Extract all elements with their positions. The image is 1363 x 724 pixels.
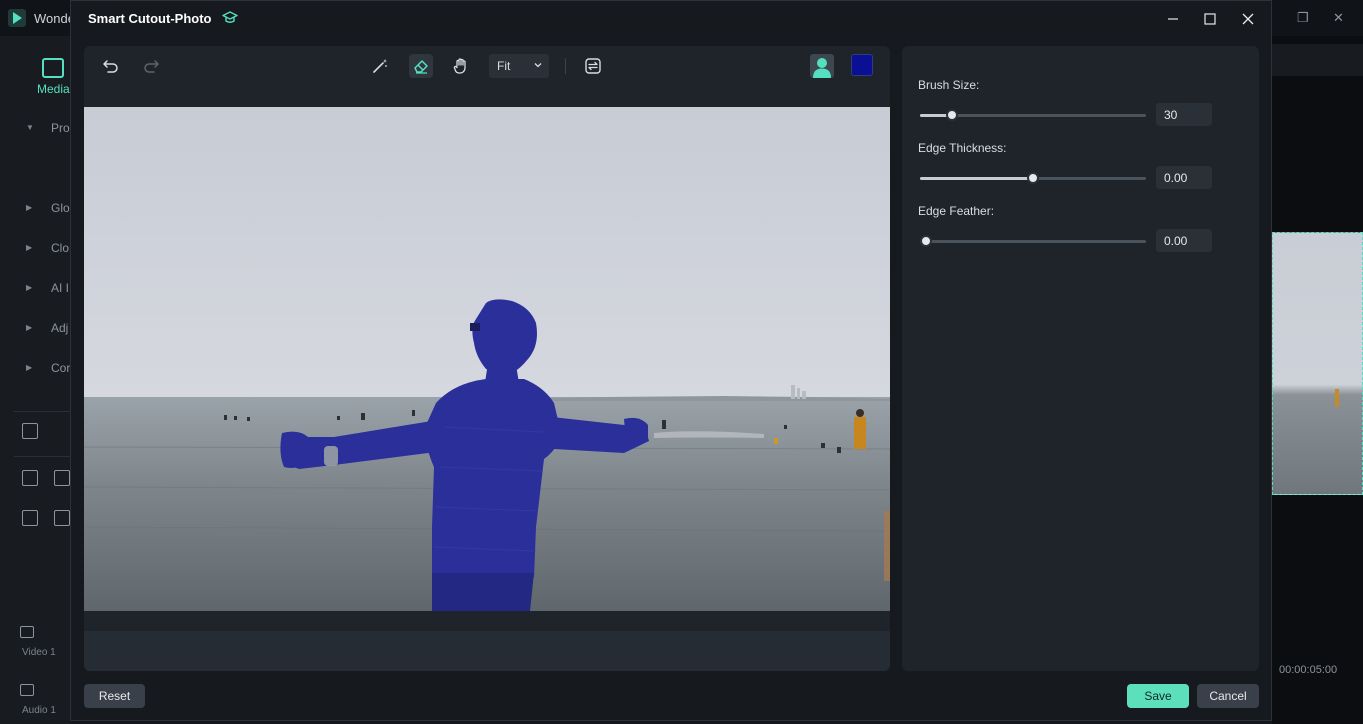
- pan-button[interactable]: [449, 54, 473, 78]
- brush-size-slider-thumb[interactable]: [946, 109, 958, 121]
- cutout-image[interactable]: [84, 107, 890, 611]
- smart-cutout-dialog: Smart Cutout-Photo Fit Brush Size: 30 Ed…: [70, 0, 1272, 721]
- minimize-button[interactable]: [1162, 9, 1186, 29]
- grid-icon: [22, 470, 38, 486]
- subject-view-button[interactable]: [810, 54, 834, 78]
- edge-thickness-slider[interactable]: [920, 172, 1146, 184]
- add-track-icon: [22, 510, 38, 526]
- video-track-icon: [20, 626, 34, 638]
- bg-divider: [14, 456, 70, 457]
- brush-size-value: 30: [1164, 108, 1178, 122]
- magic-brush-icon: [373, 59, 387, 73]
- bg-track-label-video: Video 1: [22, 647, 56, 658]
- close-button[interactable]: [1237, 9, 1261, 29]
- maximize-button[interactable]: [1199, 9, 1223, 29]
- bg-divider: [14, 411, 70, 412]
- smart-brush-button[interactable]: [368, 54, 392, 78]
- compare-toggle-button[interactable]: [581, 54, 605, 78]
- zoom-select-value: Fit: [497, 59, 511, 73]
- bg-restore-icon: ❐: [1297, 10, 1309, 25]
- brush-size-label: Brush Size:: [918, 78, 980, 92]
- reset-button[interactable]: Reset: [84, 684, 145, 708]
- new-folder-icon: [22, 423, 38, 439]
- edge-feather-slider[interactable]: [920, 235, 1146, 247]
- save-button[interactable]: Save: [1127, 684, 1189, 708]
- pointer-icon: [54, 470, 70, 486]
- bg-tree-item: ▶ AI I: [26, 281, 70, 295]
- bg-tree-item: ▶ Adj: [26, 321, 69, 335]
- hand-icon: [453, 58, 466, 74]
- bg-timecode: 00:00:05:00: [1279, 664, 1338, 676]
- eraser-button[interactable]: [409, 54, 433, 78]
- bg-track-label-audio: Audio 1: [22, 705, 56, 716]
- swap-icon: [585, 58, 601, 74]
- maximize-icon: [1204, 13, 1216, 25]
- redo-icon: [144, 60, 159, 73]
- undo-icon: [103, 60, 118, 73]
- bg-preview-toolbar: [1272, 44, 1363, 76]
- edge-thickness-slider-fill: [920, 177, 1033, 180]
- redo-button[interactable]: [139, 54, 163, 78]
- edge-thickness-input[interactable]: 0.00: [1156, 166, 1212, 189]
- bg-preview-thumbnail: [1272, 232, 1363, 495]
- app-logo-icon: [8, 9, 26, 27]
- bg-close-icon: ✕: [1333, 10, 1344, 25]
- cancel-button[interactable]: Cancel: [1197, 684, 1259, 708]
- edge-thickness-value: 0.00: [1164, 171, 1188, 185]
- link-icon: [54, 510, 70, 526]
- edge-feather-label: Edge Feather:: [918, 204, 995, 218]
- edge-feather-slider-thumb[interactable]: [920, 235, 932, 247]
- brush-settings-panel: Brush Size: 30 Edge Thickness: 0.00 Edge…: [902, 46, 1259, 671]
- bg-tree-item: ▶ Glo: [26, 201, 70, 215]
- media-icon: [42, 58, 64, 78]
- toolbar-divider: [565, 58, 566, 74]
- brush-size-input[interactable]: 30: [1156, 103, 1212, 126]
- brush-size-slider[interactable]: [920, 109, 1146, 121]
- bg-media-tab-label: Media: [37, 82, 70, 96]
- bg-tree-item: ▶ Cor: [26, 361, 71, 375]
- close-icon: [1242, 13, 1254, 25]
- bg-brand-name: Wonde: [34, 11, 75, 26]
- photo-canvas: [84, 107, 890, 611]
- canvas-panel: Fit: [84, 46, 890, 671]
- edge-feather-input[interactable]: 0.00: [1156, 229, 1212, 252]
- eraser-icon: [414, 60, 428, 74]
- graduation-cap-icon[interactable]: [222, 11, 238, 25]
- zoom-select[interactable]: Fit: [489, 54, 549, 78]
- audio-track-icon: [20, 684, 34, 696]
- edge-thickness-slider-thumb[interactable]: [1027, 172, 1039, 184]
- edge-thickness-label: Edge Thickness:: [918, 141, 1007, 155]
- chevron-down-icon: [534, 63, 542, 68]
- person-icon: [813, 58, 831, 78]
- dialog-title: Smart Cutout-Photo: [88, 11, 212, 26]
- minimize-icon: [1168, 18, 1178, 20]
- undo-button[interactable]: [99, 54, 123, 78]
- edge-feather-value: 0.00: [1164, 234, 1188, 248]
- brush-color-swatch[interactable]: [851, 54, 873, 76]
- bg-tree-item: ▼ Pro: [26, 121, 70, 135]
- bg-tree-item: ▶ Clo: [26, 241, 70, 255]
- canvas-footer-strip: [84, 631, 890, 671]
